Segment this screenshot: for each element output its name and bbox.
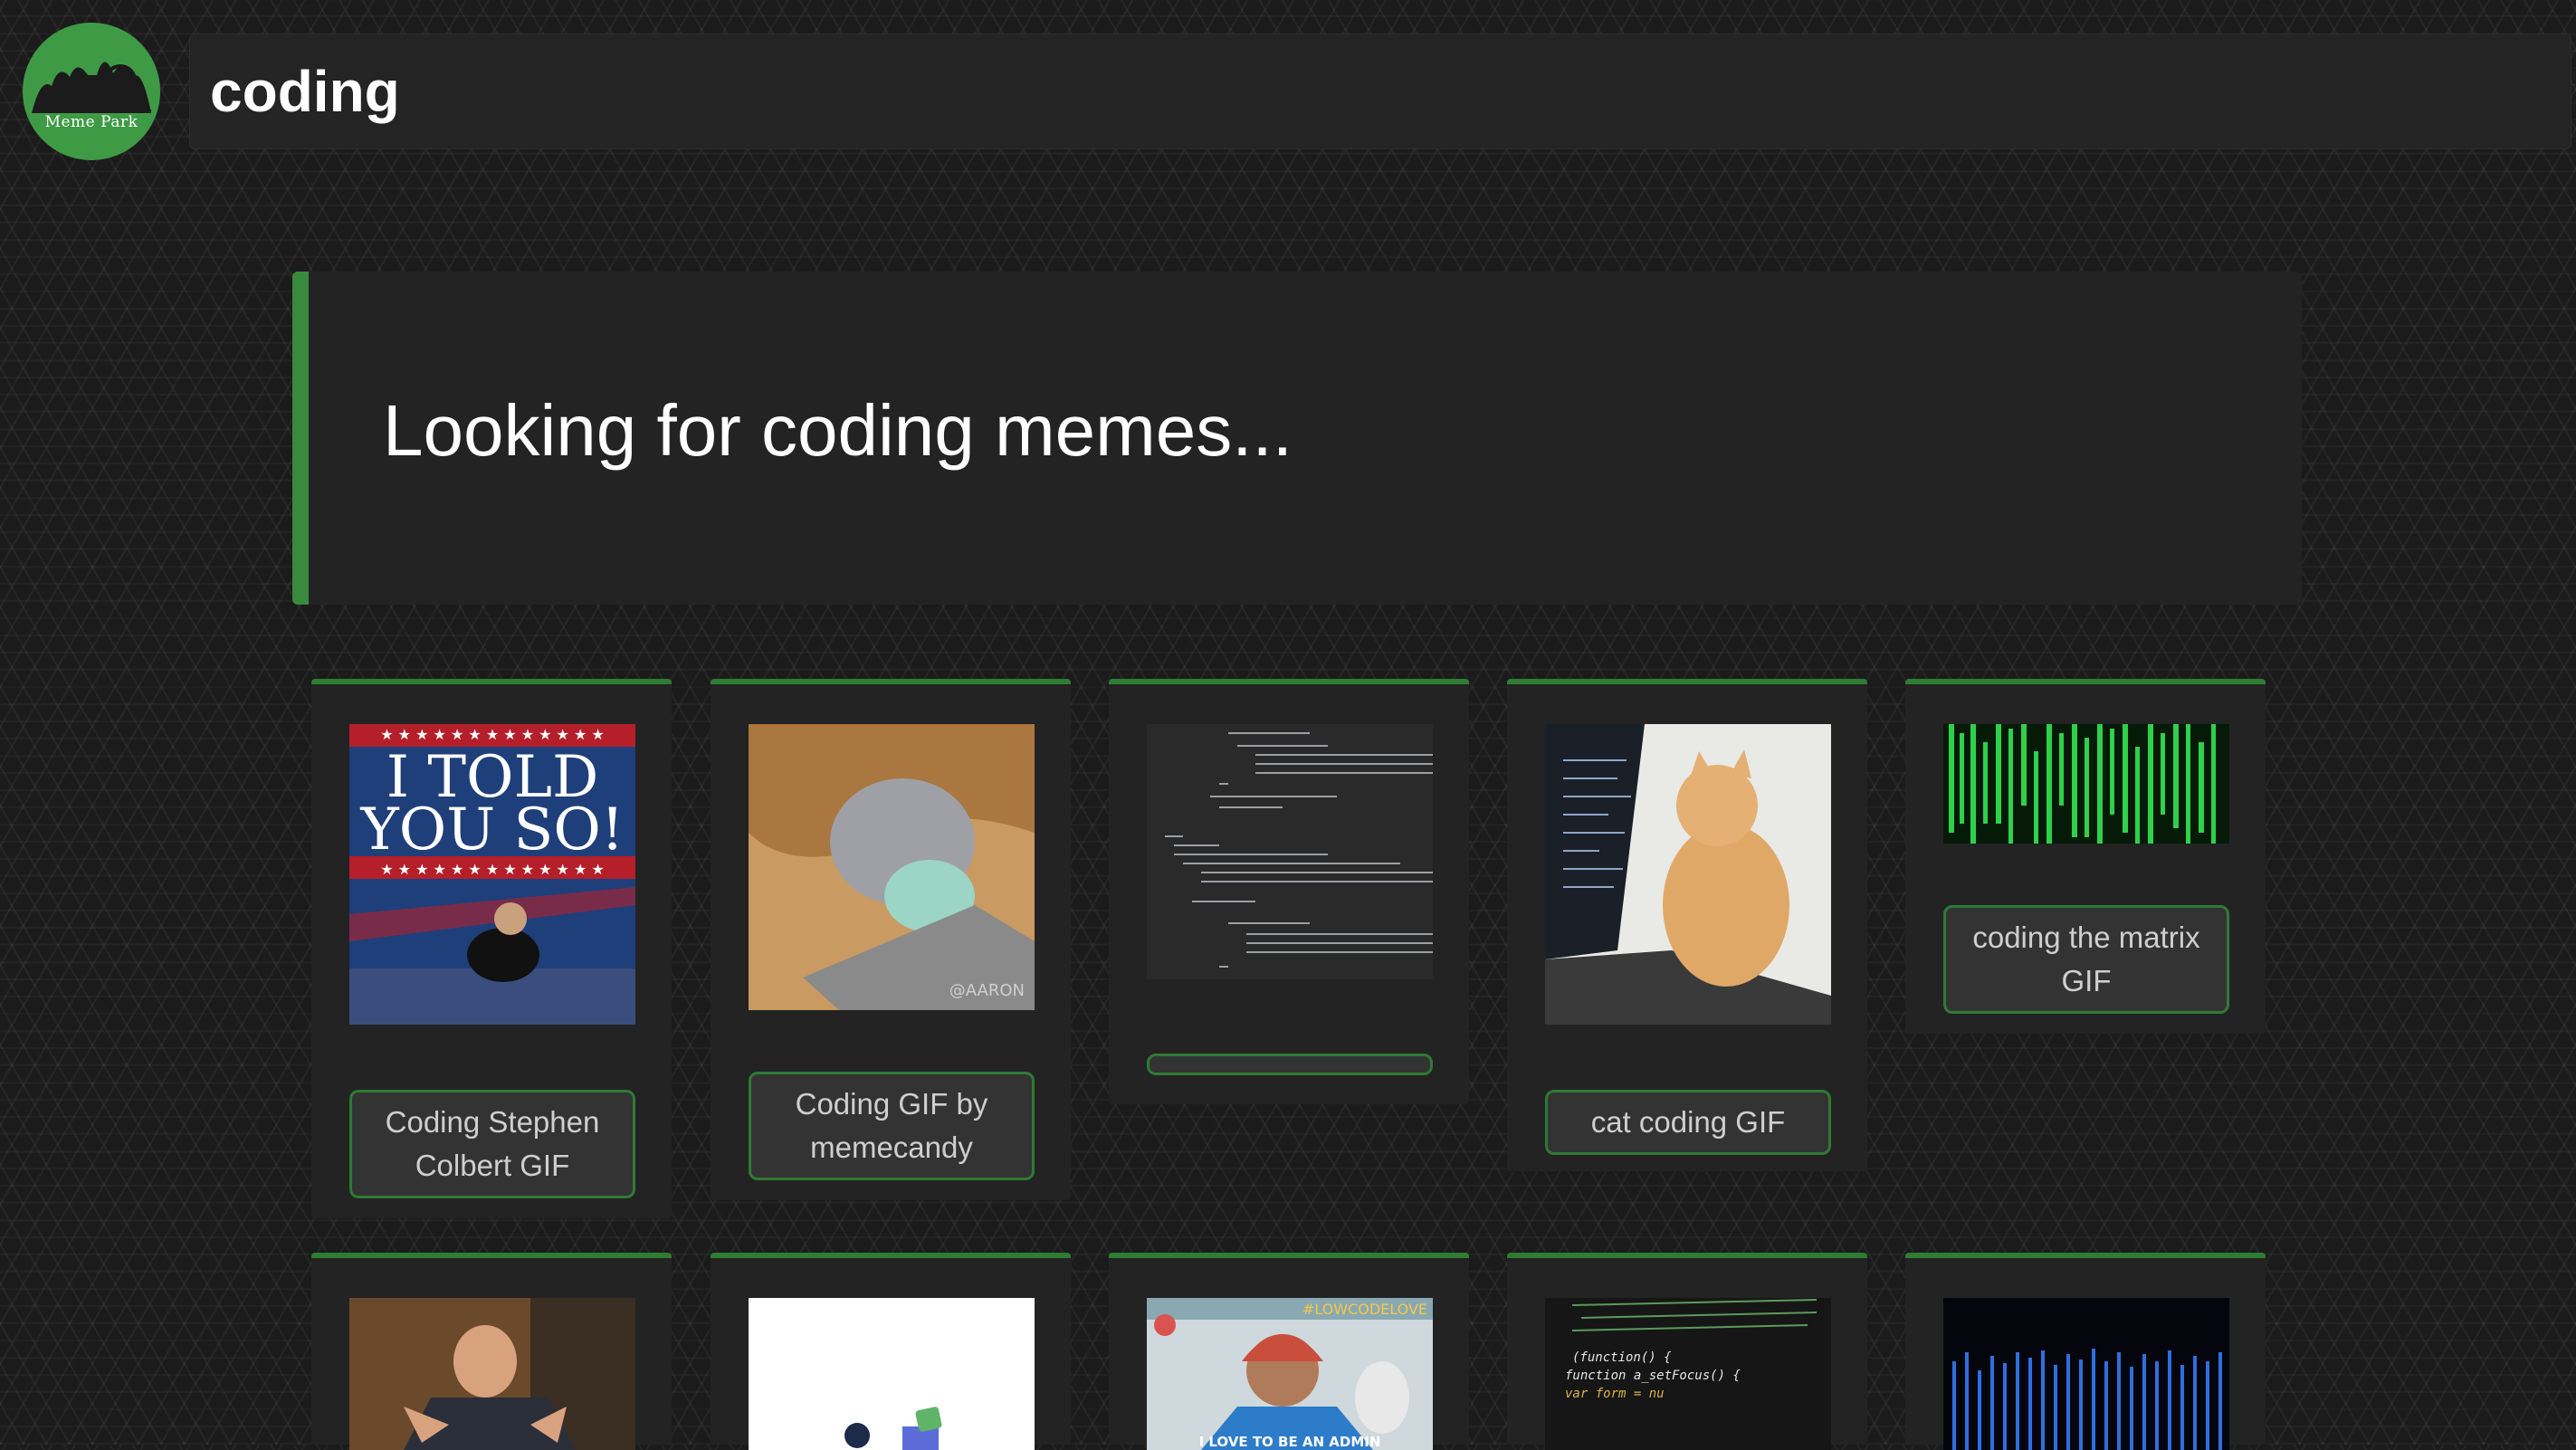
svg-text:★ ★ ★ ★ ★ ★ ★ ★ ★ ★ ★ ★ ★: ★ ★ ★ ★ ★ ★ ★ ★ ★ ★ ★ ★ ★ bbox=[380, 726, 605, 743]
gif-caption-button[interactable]: coding the matrix GIF bbox=[1943, 905, 2229, 1014]
gif-card[interactable]: #LOWCODELOVE I LOVE TO BE AN ADMIN bbox=[1109, 1253, 1469, 1450]
gif-image[interactable]: ★ ★ ★ ★ ★ ★ ★ ★ ★ ★ ★ ★ ★ ★ ★ ★ ★ ★ ★ ★ … bbox=[349, 724, 635, 1025]
gif-caption: cat coding GIF bbox=[1590, 1105, 1786, 1139]
gif-tag-text: #LOWCODELOVE bbox=[1302, 1301, 1427, 1318]
gif-image[interactable]: (function() { function a_setFocus() { va… bbox=[1545, 1298, 1831, 1450]
logo-text: Meme Park bbox=[44, 113, 138, 131]
code-line-1: (function() { bbox=[1572, 1350, 1672, 1365]
gif-caption-button[interactable] bbox=[1147, 1054, 1433, 1075]
code-line-2: function a_setFocus() { bbox=[1565, 1369, 1741, 1383]
gif-card[interactable] bbox=[311, 1253, 672, 1450]
gif-card[interactable] bbox=[1905, 1253, 2266, 1450]
gif-caption-button[interactable]: Coding GIF by memecandy bbox=[749, 1072, 1035, 1180]
gif-image[interactable]: @AARON bbox=[749, 724, 1035, 1010]
gif-caption: Coding Stephen Colbert GIF bbox=[385, 1105, 600, 1182]
search-input[interactable] bbox=[190, 34, 2571, 148]
gif-card[interactable]: coding the matrix GIF bbox=[1905, 679, 2266, 1034]
gif-image[interactable] bbox=[1943, 724, 2229, 844]
gif-image[interactable] bbox=[1147, 724, 1433, 979]
told-line-2: YOU SO! bbox=[359, 797, 624, 863]
gif-overlay-text: I LOVE TO BE AN ADMIN bbox=[1199, 1434, 1381, 1450]
search-bar bbox=[189, 33, 2571, 149]
gif-image[interactable] bbox=[1545, 724, 1831, 1025]
gif-image[interactable]: #LOWCODELOVE I LOVE TO BE AN ADMIN bbox=[1147, 1298, 1433, 1450]
watermark-text: @AARON bbox=[949, 981, 1025, 1000]
results-banner: Looking for coding memes... bbox=[292, 272, 2302, 605]
gif-card[interactable] bbox=[1109, 679, 1469, 1104]
gif-image[interactable] bbox=[1943, 1298, 2229, 1450]
gif-caption-button[interactable]: cat coding GIF bbox=[1545, 1090, 1831, 1155]
code-line-3: var form = nu bbox=[1565, 1387, 1665, 1401]
gif-card[interactable] bbox=[711, 1253, 1071, 1450]
gif-card[interactable]: (function() { function a_setFocus() { va… bbox=[1507, 1253, 1867, 1450]
gif-image[interactable] bbox=[349, 1298, 635, 1450]
page-title: Looking for coding memes... bbox=[383, 390, 1293, 471]
gif-caption-button[interactable]: Coding Stephen Colbert GIF bbox=[349, 1090, 635, 1198]
gif-card[interactable]: @AARON Coding GIF by memecandy bbox=[711, 679, 1071, 1200]
gif-card[interactable]: ★ ★ ★ ★ ★ ★ ★ ★ ★ ★ ★ ★ ★ ★ ★ ★ ★ ★ ★ ★ … bbox=[311, 679, 672, 1218]
gif-caption: coding the matrix GIF bbox=[1972, 921, 2200, 997]
gif-card[interactable]: cat coding GIF bbox=[1507, 679, 1867, 1171]
gif-caption: Coding GIF by memecandy bbox=[795, 1087, 988, 1164]
gif-image[interactable] bbox=[749, 1298, 1035, 1450]
meme-park-logo[interactable]: Meme Park bbox=[23, 23, 160, 160]
